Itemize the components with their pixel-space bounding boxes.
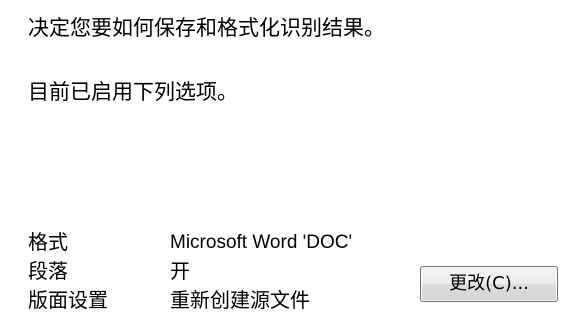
current-settings-list: 格式 Microsoft Word 'DOC' 段落 开 版面设置 重新创建源文… [28, 228, 352, 315]
layout-value: 重新创建源文件 [170, 288, 310, 312]
instruction-text: 决定您要如何保存和格式化识别结果。 [28, 16, 385, 40]
paragraph-value: 开 [170, 259, 190, 283]
save-format-options-panel: 决定您要如何保存和格式化识别结果。 目前已启用下列选项。 格式 Microsof… [0, 0, 574, 322]
setting-row-layout: 版面设置 重新创建源文件 [28, 286, 352, 315]
layout-label: 版面设置 [28, 288, 108, 312]
format-label: 格式 [28, 230, 68, 254]
status-text: 目前已启用下列选项。 [28, 80, 238, 104]
change-button[interactable]: 更改(C)... [420, 266, 558, 302]
paragraph-label: 段落 [28, 259, 68, 283]
setting-row-paragraph: 段落 开 [28, 257, 352, 286]
format-value: Microsoft Word 'DOC' [170, 232, 353, 253]
setting-row-format: 格式 Microsoft Word 'DOC' [28, 228, 352, 257]
